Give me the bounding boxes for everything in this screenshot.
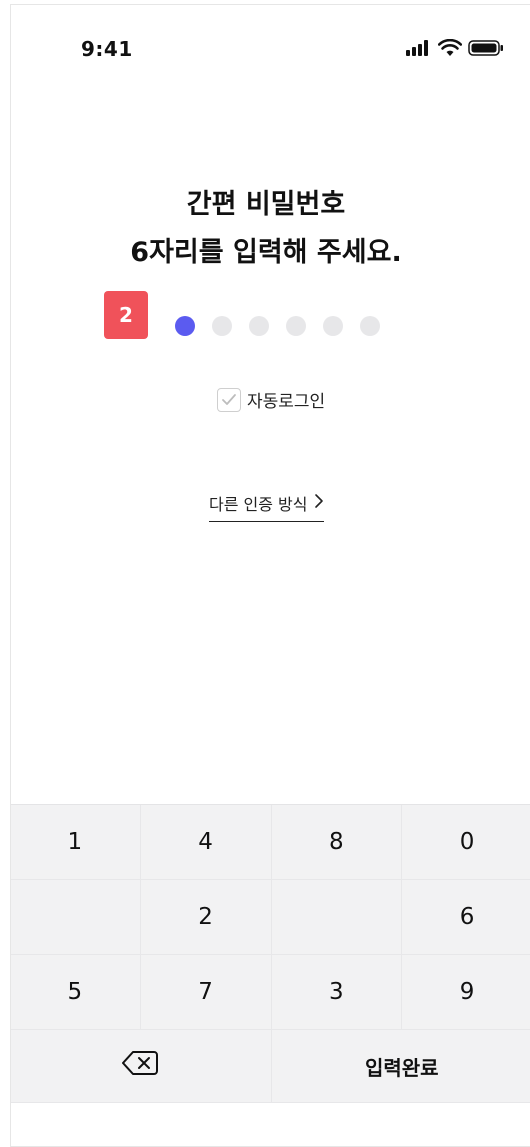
backspace-button[interactable]	[11, 1030, 272, 1102]
pin-indicator	[175, 316, 380, 336]
other-auth-label: 다른 인증 방식	[209, 495, 308, 514]
key-digit[interactable]: 2	[141, 880, 272, 954]
pin-dot-empty	[360, 316, 380, 336]
auto-login-toggle[interactable]: 자동로그인	[217, 387, 325, 412]
pin-dot-empty	[286, 316, 306, 336]
pin-dot-filled	[175, 316, 195, 336]
signal-icon	[406, 40, 432, 56]
title-line-2: 6자리를 입력해 주세요.	[130, 237, 402, 268]
wifi-icon	[438, 39, 462, 57]
checkmark-icon	[222, 393, 236, 405]
page-title: 간편 비밀번호 6자리를 입력해 주세요.	[11, 181, 530, 277]
key-digit[interactable]: 6	[402, 880, 530, 954]
other-auth-link[interactable]: 다른 인증 방식	[209, 491, 324, 522]
backspace-icon	[121, 1050, 159, 1082]
key-digit[interactable]: 0	[402, 805, 530, 879]
status-time: 9:41	[81, 37, 133, 61]
key-digit[interactable]: 7	[141, 955, 272, 1029]
status-icons	[406, 39, 504, 57]
key-digit[interactable]: 5	[11, 955, 141, 1029]
done-button[interactable]: 입력완료	[272, 1030, 530, 1102]
bottom-safe-area	[11, 1102, 530, 1146]
keypad-row: 입력완료	[11, 1030, 530, 1102]
chevron-right-icon	[314, 493, 324, 513]
key-digit[interactable]: 9	[402, 955, 530, 1029]
pin-dot-empty	[249, 316, 269, 336]
keypad-row: 2 6	[11, 880, 530, 955]
phone-screen: 9:41 간편 비밀번호 6자리를 입력해 주세요. 2 자동로그인 다른 인증…	[10, 4, 530, 1147]
key-digit[interactable]: 1	[11, 805, 141, 879]
key-digit[interactable]: 3	[272, 955, 403, 1029]
pin-dot-empty	[323, 316, 343, 336]
battery-icon	[468, 40, 504, 56]
title-line-1: 간편 비밀번호	[186, 189, 346, 220]
number-keypad: 1 4 8 0 2 6 5 7 3 9 입력완료	[11, 804, 530, 1102]
key-digit[interactable]: 8	[272, 805, 403, 879]
pin-dot-empty	[212, 316, 232, 336]
key-empty	[11, 880, 141, 954]
step-badge: 2	[104, 291, 148, 339]
keypad-row: 5 7 3 9	[11, 955, 530, 1030]
auto-login-label: 자동로그인	[247, 392, 326, 412]
keypad-row: 1 4 8 0	[11, 805, 530, 880]
key-empty	[272, 880, 403, 954]
auto-login-checkbox[interactable]	[217, 387, 241, 412]
key-digit[interactable]: 4	[141, 805, 272, 879]
